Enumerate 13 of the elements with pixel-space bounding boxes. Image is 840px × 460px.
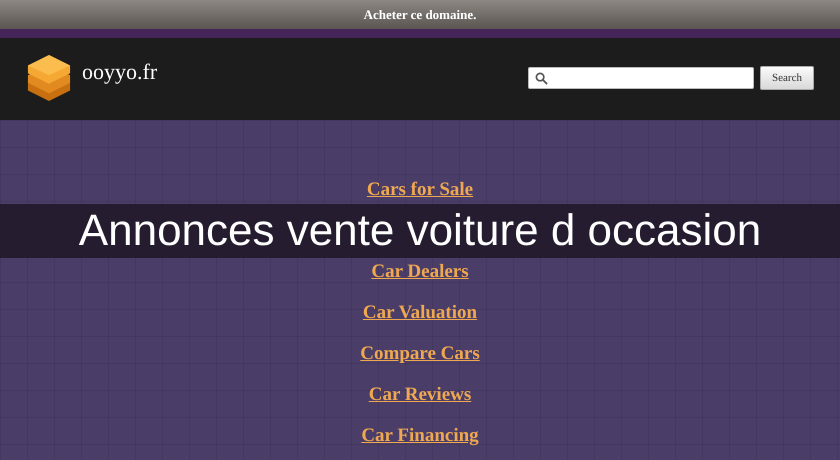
category-link[interactable]: Car Financing [361,424,479,448]
overlay-banner: Annonces vente voiture d occasion [0,204,840,258]
search-icon [535,72,548,84]
category-link[interactable]: Compare Cars [360,342,480,366]
search-button[interactable]: Search [760,66,814,90]
buy-domain-link[interactable]: Acheter ce domaine. [364,6,476,22]
layered-cube-logo-icon [26,53,72,103]
category-link[interactable]: Cars for Sale [366,178,474,202]
search-field[interactable] [528,67,754,89]
category-link[interactable]: Car Reviews [368,383,472,407]
category-link[interactable]: Car Valuation [362,301,478,325]
site-name[interactable]: ooyyo.fr [82,59,158,85]
category-link[interactable]: Car Dealers [371,260,469,284]
